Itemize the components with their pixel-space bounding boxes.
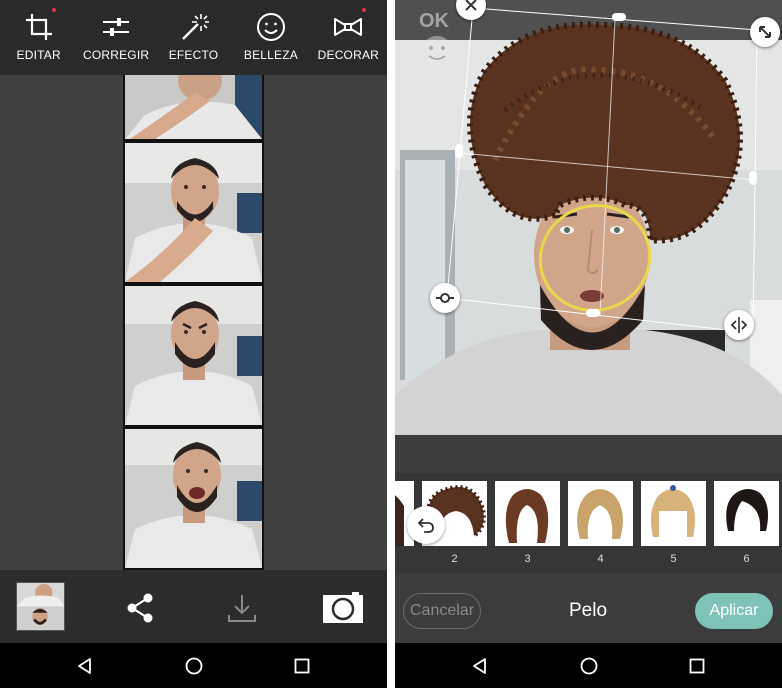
sliders-icon — [103, 18, 130, 36]
tool-label: DECORAR — [317, 48, 380, 62]
share-button[interactable] — [120, 588, 160, 628]
back-icon — [78, 657, 91, 674]
undo-icon — [417, 518, 434, 533]
right-phone-screen: OK 2 3 4 5 6 Cancelar Pelo Aplicar — [395, 0, 782, 688]
magic-wand-icon — [181, 14, 209, 40]
resize-icon — [759, 26, 771, 38]
hair-style-item[interactable] — [495, 481, 560, 546]
stretch-handle-top[interactable] — [612, 13, 626, 21]
hair-style-item[interactable] — [641, 481, 706, 546]
nav-home-button[interactable] — [164, 643, 224, 688]
nav-back-button[interactable] — [55, 643, 115, 688]
apply-button[interactable]: Aplicar — [695, 593, 773, 629]
crop-icon — [25, 14, 52, 40]
tool-belleza[interactable]: BELLEZA — [232, 0, 309, 75]
resize-handle[interactable] — [750, 17, 780, 47]
close-icon — [465, 0, 477, 11]
hair-style-picker[interactable]: 2 3 4 5 6 — [395, 473, 782, 573]
camera-button[interactable] — [320, 588, 366, 628]
hair-style-number: 3 — [524, 553, 531, 565]
tool-label: BELLEZA — [243, 48, 298, 62]
edit-action-bar: Cancelar Pelo Aplicar — [395, 573, 782, 643]
editor-toolbar: EDITAR CORREGIR EFECTO BELLEZA DECORAR — [0, 0, 387, 75]
hair-style-item[interactable] — [714, 481, 779, 546]
photo-canvas — [0, 75, 387, 570]
rotate-handle[interactable] — [430, 283, 460, 313]
share-icon — [127, 593, 153, 623]
new-badge — [361, 8, 366, 12]
stretch-handle-left[interactable] — [455, 144, 463, 158]
tool-editar[interactable]: EDITAR — [0, 0, 77, 75]
photo-frame — [125, 286, 262, 425]
hair-style-number: 2 — [451, 553, 458, 565]
nav-recents-button[interactable] — [667, 643, 727, 688]
recents-icon — [294, 658, 310, 673]
canvas-spacer — [395, 435, 782, 473]
hair-style-number: 4 — [597, 553, 604, 565]
download-button[interactable] — [222, 588, 262, 628]
tool-efecto[interactable]: EFECTO — [155, 0, 232, 75]
photo-frame — [125, 143, 262, 282]
undo-button[interactable] — [407, 506, 445, 544]
nav-recents-button[interactable] — [272, 643, 332, 688]
bow-tie-icon — [334, 18, 363, 36]
smiley-icon — [256, 13, 285, 41]
nav-home-button[interactable] — [559, 643, 619, 688]
cancel-button[interactable]: Cancelar — [403, 593, 481, 629]
photo-frame — [125, 429, 262, 568]
flip-handle[interactable] — [724, 310, 754, 340]
android-nav-bar — [395, 643, 782, 688]
stretch-handle-right[interactable] — [749, 171, 757, 185]
tool-decorar[interactable]: DECORAR — [310, 0, 387, 75]
nav-back-button[interactable] — [450, 643, 510, 688]
tool-corregir[interactable]: CORREGIR — [77, 0, 154, 75]
flip-icon — [730, 317, 748, 333]
stretch-handle-bottom[interactable] — [586, 309, 600, 317]
hair-style-number: 5 — [670, 553, 677, 565]
photo-frame — [125, 75, 262, 139]
download-icon — [228, 595, 256, 622]
home-icon — [580, 657, 598, 674]
panel-title: Pelo — [568, 600, 608, 621]
watermark-label: OK — [419, 10, 449, 32]
tool-label: EDITAR — [16, 48, 61, 62]
hair-edit-canvas[interactable]: OK — [395, 0, 782, 435]
collage-thumbnail[interactable] — [16, 582, 65, 631]
left-phone-screen: EDITAR CORREGIR EFECTO BELLEZA DECORAR — [0, 0, 387, 688]
new-badge — [52, 8, 56, 12]
recents-icon — [689, 658, 705, 673]
edited-photo — [395, 0, 782, 435]
back-icon — [473, 657, 486, 674]
hair-style-item[interactable] — [568, 481, 633, 546]
photo-strip[interactable] — [123, 75, 264, 570]
home-icon — [185, 657, 203, 674]
android-nav-bar — [0, 643, 387, 688]
pivot-icon — [436, 293, 454, 303]
tool-label: EFECTO — [168, 48, 219, 62]
tool-label: CORREGIR — [82, 48, 150, 62]
hair-style-number: 6 — [743, 553, 750, 565]
camera-icon — [323, 592, 363, 623]
